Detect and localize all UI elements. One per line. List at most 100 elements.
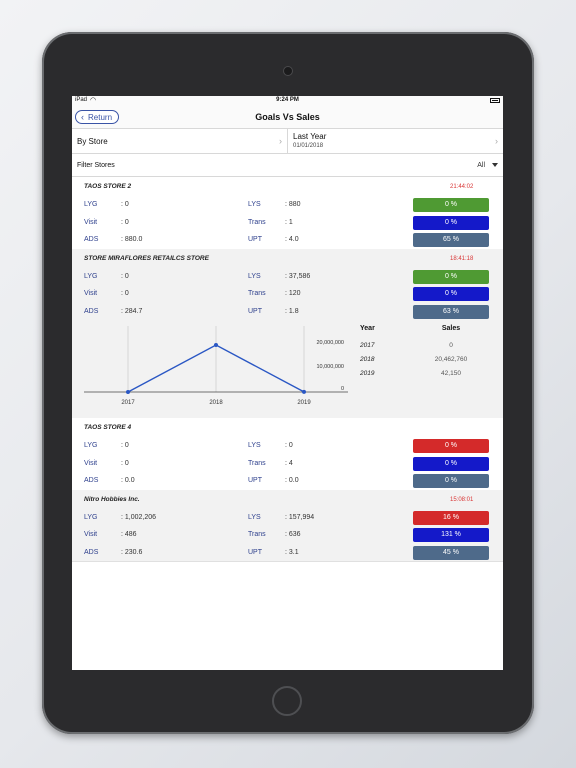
navigation-bar: ‹ Return Goals Vs Sales [72,106,503,129]
period-selector[interactable]: Last Year 01/01/2018 › [287,129,503,153]
metric-value: : 1.8 [285,307,299,315]
chart-x-tick-label: 2018 [209,400,223,406]
metric-row: Visit : 0 Trans : 1 0 % [72,214,503,232]
percent-badge: 0 % [413,198,489,212]
store-header: TAOS STORE 2 21:44:02 [72,177,503,196]
metric-label: ADS [84,236,99,243]
store-header: Nitro Hobbies Inc. 15:08:01 [72,490,503,509]
metric-label: LYG [84,513,98,521]
percent-badge: 0 % [413,287,489,301]
table-year-cell: 2019 [360,370,375,377]
store-header: TAOS STORE 4 [72,418,503,437]
metric-value: : 0 [285,442,293,449]
chart-y-tick-label: 10,000,000 [316,364,344,370]
metric-label: Trans [248,531,266,538]
metric-label: ADS [84,548,99,556]
table-sales-cell: 20,462,760 [434,356,468,363]
metric-label: ADS [84,477,99,484]
battery-icon [490,98,500,103]
metric-row: LYG : 0 LYS : 0 0 % [72,437,503,455]
metric-label: UPT [248,477,262,484]
list-divider [72,561,503,562]
percent-badge: 65 % [413,233,489,247]
metric-label: UPT [248,307,262,315]
chevron-right-icon: › [279,136,282,146]
sales-line-chart: 20,000,000 10,000,000 0 2017 2018 2019 [84,326,348,406]
percent-badge: 131 % [413,528,489,542]
chevron-right-icon: › [495,136,498,146]
metric-value: : 4 [285,459,293,467]
metric-value: : 3.1 [285,548,299,556]
chart-x-tick-label: 2017 [121,400,135,406]
store-name: TAOS STORE 2 [84,183,132,190]
metric-row: LYG : 0 LYS : 37,586 0 % [72,268,503,286]
metric-label: Visit [84,531,98,538]
metric-value: : 0 [121,442,129,449]
percent-badge: 16 % [413,510,489,525]
metric-label: LYS [248,513,261,521]
metric-row: LYG : 1,002,206 LYS : 157,994 16 % [72,509,503,527]
store-card[interactable]: Nitro Hobbies Inc. 15:08:01 LYG : 1,002,… [72,489,503,561]
percent-badge: 63 % [413,304,489,319]
percent-badge: 0 % [413,269,489,284]
percent-badge: 0 % [413,215,489,230]
store-name: TAOS STORE 4 [84,424,132,431]
store-card[interactable]: TAOS STORE 2 21:44:02 LYG : 0 LYS : 880 … [72,177,503,249]
store-card[interactable]: TAOS STORE 4 LYG : 0 LYS : 0 0 % Visit :… [72,418,503,490]
store-time: 21:44:02 [450,184,474,190]
metric-value: : 0.0 [285,477,299,484]
metric-label: LYS [248,442,261,449]
metric-label: Visit [84,290,98,297]
table-year-cell: 2018 [360,356,375,363]
metric-row: LYG : 0 LYS : 880 0 % [72,196,503,214]
front-camera [283,66,293,76]
table-sales-cell: 0 [449,342,453,349]
filter-stores-label: Filter Stores [77,162,115,169]
period-label: Last Year [293,132,327,141]
metric-value: : 37,586 [285,272,311,280]
percent-badge: 0 % [413,474,489,488]
metric-value: : 4.0 [285,236,299,243]
metric-value: : 0 [121,272,129,280]
store-time: 18:41:18 [450,255,474,262]
group-by-selector[interactable]: By Store › [72,129,287,153]
sales-column-header: Sales [441,325,461,332]
metric-value: : 284.7 [121,307,143,315]
metric-value: : 636 [285,531,301,538]
filter-stores-value: All [477,162,485,169]
app-screen: iPad ◠ 9:24 PM ‹ Return Goals Vs Sales B… [72,96,503,670]
metric-label: Visit [84,218,98,226]
home-button[interactable] [272,686,302,716]
metric-row: Visit : 0 Trans : 4 0 % [72,455,503,473]
metric-value: : 486 [121,531,137,538]
metric-label: Trans [248,459,266,467]
page-title: Goals Vs Sales [255,112,320,122]
percent-badge: 0 % [413,456,489,471]
metric-label: Visit [84,459,98,467]
metric-value: : 120 [285,290,301,297]
period-date: 01/01/2018 [293,143,324,149]
metric-value: : 0.0 [121,477,135,484]
metric-label: ADS [84,307,99,315]
chart-point [126,390,130,394]
filter-stores-row[interactable]: Filter Stores All [72,154,503,177]
metric-row: ADS : 284.7 UPT : 1.8 63 % [72,303,503,321]
caret-down-icon [492,163,498,167]
chart-point [302,389,306,394]
year-column-header: Year [360,325,375,332]
metric-label: LYS [248,201,261,208]
metric-value: : 0 [121,201,129,208]
store-card[interactable]: STORE MIRAFLORES RETAILCS STORE 18:41:18… [72,248,503,418]
metric-label: Trans [248,218,266,226]
metric-value: : 1,002,206 [121,513,157,521]
metric-label: Trans [248,290,266,297]
status-bar: iPad ◠ 9:24 PM [72,96,503,106]
metric-value: : 0 [121,459,129,467]
metric-value: : 0 [121,218,129,226]
store-name: STORE MIRAFLORES RETAILCS STORE [84,254,209,262]
metric-value: : 0 [121,290,129,297]
metric-value: : 230.6 [121,548,143,556]
chart-y-tick-label: 0 [341,386,344,392]
group-by-value: By Store [77,137,108,146]
chart-x-tick-label: 2019 [297,400,311,406]
